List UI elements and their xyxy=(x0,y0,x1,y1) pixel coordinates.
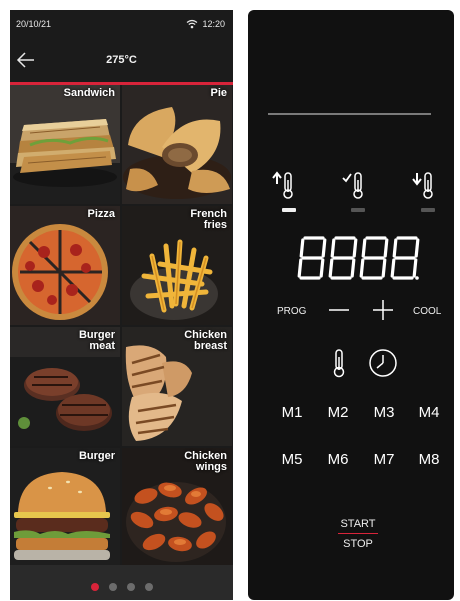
display-segment xyxy=(383,238,389,258)
menu-tile-chicken-wings[interactable]: Chicken wings xyxy=(122,448,232,567)
display-segment xyxy=(330,238,336,258)
prog-button[interactable]: PROG xyxy=(277,306,306,317)
temp-down-indicator xyxy=(421,208,435,212)
temp-up-button[interactable] xyxy=(272,170,300,200)
sandwich-image xyxy=(10,85,120,204)
temp-up-indicator xyxy=(282,208,296,212)
menu-tile-burger[interactable]: Burger xyxy=(10,448,120,567)
menu-tile-label: French fries xyxy=(190,208,227,231)
temp-ok-indicator xyxy=(351,208,365,212)
stop-label: STOP xyxy=(343,538,373,550)
display-digits xyxy=(297,236,420,280)
minus-icon xyxy=(329,309,349,311)
menu-tile-label: Pizza xyxy=(87,208,115,220)
display-segment xyxy=(321,238,327,258)
temp-check-icon xyxy=(342,172,363,199)
cool-button[interactable]: COOL xyxy=(413,306,441,317)
display-segment xyxy=(319,258,325,278)
timer-mode-button[interactable] xyxy=(368,348,398,378)
clock-icon xyxy=(369,349,397,377)
status-date: 20/10/21 xyxy=(16,19,52,29)
menu-tile-sandwich[interactable]: Sandwich xyxy=(10,85,120,204)
status-time: 12:20 xyxy=(202,19,225,29)
page-dot-1[interactable] xyxy=(91,583,99,591)
memory-key-m8[interactable]: M8 xyxy=(411,451,447,468)
temp-ok-button[interactable] xyxy=(342,170,370,200)
memory-key-m4[interactable]: M4 xyxy=(411,404,447,421)
menu-tile-pie[interactable]: Pie xyxy=(122,85,232,204)
display-segment xyxy=(381,258,387,278)
memory-key-m3[interactable]: M3 xyxy=(366,404,402,421)
phone-screen: 20/10/21 12:20 275°C Sandwich Pie Pizza … xyxy=(10,10,233,600)
menu-tile-label: Pie xyxy=(210,87,227,99)
temp-down-button[interactable] xyxy=(412,170,440,200)
plus-button[interactable] xyxy=(373,300,393,320)
temp-up-icon xyxy=(272,171,293,199)
display-segment xyxy=(352,238,358,258)
menu-tile-label: Burger meat xyxy=(78,329,115,352)
start-stop-divider xyxy=(338,533,378,534)
app-bar: 275°C xyxy=(10,38,233,82)
page-dot-2[interactable] xyxy=(109,583,117,591)
display-segment xyxy=(359,258,365,278)
menu-tile-label: Chicken breast xyxy=(184,329,227,352)
page-dot-3[interactable] xyxy=(127,583,135,591)
memory-key-m2[interactable]: M2 xyxy=(320,404,356,421)
display-segment xyxy=(328,258,334,278)
digital-display xyxy=(297,236,420,280)
menu-tile-burger-meat[interactable]: Burger meat xyxy=(10,327,120,446)
display-segment xyxy=(412,258,418,278)
display-segment xyxy=(361,238,367,258)
display-segment xyxy=(297,258,303,278)
temp-down-icon xyxy=(412,172,433,199)
display-segment xyxy=(392,238,398,258)
page-indicator xyxy=(10,565,233,600)
memory-key-m7[interactable]: M7 xyxy=(366,451,402,468)
menu-tile-label: Burger xyxy=(78,450,115,462)
pizza-image xyxy=(10,206,120,325)
page-dot-4[interactable] xyxy=(145,583,153,591)
menu-grid: Sandwich Pie Pizza French fries Burger m… xyxy=(10,85,233,567)
status-bar: 20/10/21 12:20 xyxy=(10,10,233,38)
temperature-title: 275°C xyxy=(106,54,137,66)
thermometer-icon xyxy=(333,349,345,378)
menu-tile-label: Sandwich xyxy=(63,87,115,99)
display-decimal-point xyxy=(415,276,419,280)
pie-image xyxy=(122,85,232,204)
memory-key-m5[interactable]: M5 xyxy=(274,451,310,468)
burger-image xyxy=(10,448,120,567)
minus-button[interactable] xyxy=(328,302,350,318)
menu-tile-label: Chicken wings xyxy=(184,450,227,473)
menu-tile-french-fries[interactable]: French fries xyxy=(122,206,232,325)
start-stop-button[interactable]: START STOP xyxy=(328,518,388,550)
display-segment xyxy=(414,238,420,258)
display-segment xyxy=(299,238,305,258)
display-segment xyxy=(390,258,396,278)
menu-tile-chicken-breast[interactable]: Chicken breast xyxy=(122,327,232,446)
plus-icon xyxy=(373,300,393,320)
oven-control-panel: PROG COOL M1 M2 M3 M4 M5 M6 M7 M8 START … xyxy=(248,10,454,600)
start-label: START xyxy=(340,518,376,530)
display-segment xyxy=(350,258,356,278)
menu-tile-pizza[interactable]: Pizza xyxy=(10,206,120,325)
panel-divider xyxy=(268,113,431,115)
memory-key-m6[interactable]: M6 xyxy=(320,451,356,468)
wifi-icon xyxy=(186,19,198,29)
temperature-mode-button[interactable] xyxy=(331,348,347,378)
memory-key-m1[interactable]: M1 xyxy=(274,404,310,421)
